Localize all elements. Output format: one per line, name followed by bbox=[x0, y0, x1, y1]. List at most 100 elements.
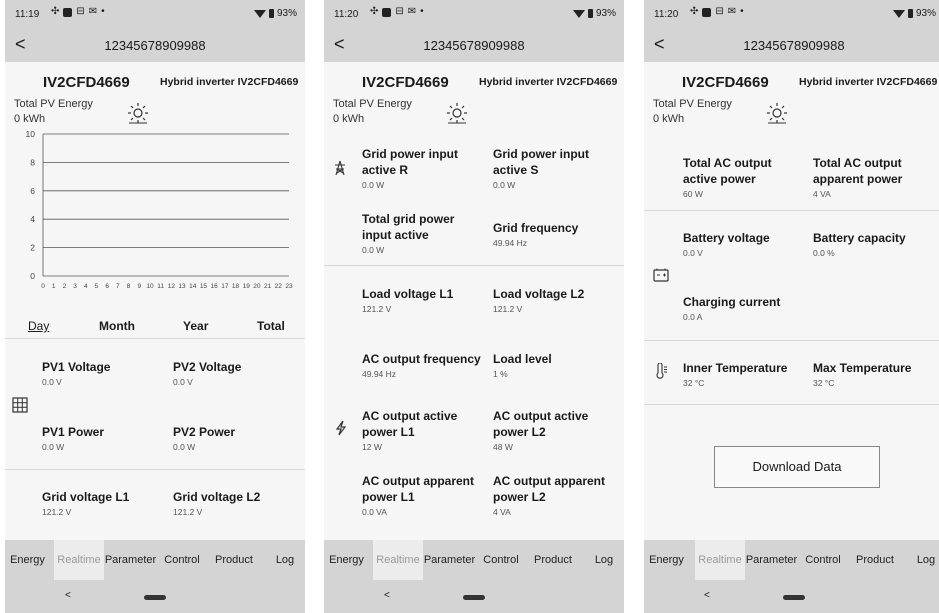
divider bbox=[644, 210, 939, 211]
x-tick-label: 8 bbox=[127, 283, 131, 290]
y-tick-label: 10 bbox=[26, 130, 36, 139]
battery-percent: 93% bbox=[595, 8, 616, 19]
back-button[interactable]: < bbox=[334, 34, 345, 54]
load-level: Load level 1 % bbox=[493, 351, 618, 379]
device-header: IV2CFD4669 Hybrid inverter IV2CFD4669 To… bbox=[644, 62, 939, 130]
divider bbox=[644, 340, 939, 341]
pv1-voltage: PV1 Voltage 0.0 V bbox=[42, 359, 167, 387]
tab-energy[interactable]: Energy bbox=[644, 540, 689, 580]
tab-product[interactable]: Product bbox=[527, 540, 579, 580]
pv-energy-value: 0 kWh bbox=[14, 113, 46, 125]
battery-capacity: Battery capacity 0.0 % bbox=[813, 230, 938, 258]
tab-control[interactable]: Control bbox=[799, 540, 847, 580]
x-tick-label: 1 bbox=[52, 283, 56, 290]
grid-s-value: 0.0 W bbox=[493, 180, 516, 190]
device-type: Hybrid inverter IV2CFD4669 bbox=[799, 76, 938, 88]
total-ac-apparent-value: 4 VA bbox=[813, 189, 831, 199]
nav-back-button[interactable]: < bbox=[384, 590, 390, 601]
ac-apparent-l2-label: AC output apparent power L2 bbox=[493, 474, 605, 504]
tab-product[interactable]: Product bbox=[208, 540, 260, 580]
back-button[interactable]: < bbox=[15, 34, 26, 54]
period-day[interactable]: Day bbox=[28, 319, 49, 333]
inner-temp-value: 32 °C bbox=[683, 378, 705, 388]
pv2-power-value: 0.0 W bbox=[173, 442, 196, 452]
period-month[interactable]: Month bbox=[99, 319, 135, 333]
x-tick-label: 18 bbox=[232, 283, 240, 290]
tab-log[interactable]: Log bbox=[586, 540, 622, 580]
solar-panel-icon bbox=[12, 397, 28, 413]
battery-percent: 93% bbox=[276, 8, 297, 19]
x-tick-label: 13 bbox=[178, 283, 186, 290]
tab-realtime[interactable]: Realtime bbox=[373, 540, 423, 580]
sun-icon bbox=[128, 103, 148, 124]
load-voltage-l1: Load voltage L1 121.2 V bbox=[362, 286, 487, 314]
load-l1-value: 121.2 V bbox=[362, 304, 392, 314]
tab-log[interactable]: Log bbox=[908, 540, 939, 580]
grid-voltage-l1-label: Grid voltage L1 bbox=[42, 490, 130, 504]
energy-chart: 02468100 1 2 3 4 5 6 7 8 9 10 11 12 13 14 15 16 17 18 19 20 2… bbox=[26, 130, 293, 290]
y-tick-label: 8 bbox=[30, 157, 35, 167]
period-total[interactable]: Total bbox=[257, 319, 285, 333]
device-id: IV2CFD4669 bbox=[362, 74, 449, 91]
pv2-voltage-label: PV2 Voltage bbox=[173, 360, 242, 374]
x-tick-label: 3 bbox=[73, 283, 77, 290]
back-button[interactable]: < bbox=[654, 34, 665, 54]
download-data-button[interactable]: Download Data bbox=[714, 446, 880, 488]
charging-current-label: Charging current bbox=[683, 295, 781, 309]
x-tick-label: 7 bbox=[116, 283, 120, 290]
nav-home-pill[interactable] bbox=[463, 595, 485, 600]
grid-total-value: 0.0 W bbox=[362, 245, 385, 255]
tab-log[interactable]: Log bbox=[267, 540, 303, 580]
tab-control[interactable]: Control bbox=[158, 540, 206, 580]
x-tick-label: 6 bbox=[105, 283, 109, 290]
ac-active-l1-label: AC output active power L1 bbox=[362, 409, 458, 439]
pv1-voltage-value: 0.0 V bbox=[42, 377, 62, 387]
device-id: IV2CFD4669 bbox=[682, 74, 769, 91]
tab-parameter[interactable]: Parameter bbox=[104, 540, 157, 580]
grid-freq-label: Grid frequency bbox=[493, 221, 579, 235]
pv-energy-label: Total PV Energy bbox=[653, 98, 732, 110]
grid-s-label: Grid power input active S bbox=[493, 147, 589, 177]
nav-back-button[interactable]: < bbox=[65, 590, 71, 601]
app-bar: < 12345678909988 bbox=[5, 28, 305, 62]
divider bbox=[644, 404, 939, 405]
tab-parameter[interactable]: Parameter bbox=[745, 540, 798, 580]
load-l2-label: Load voltage L2 bbox=[493, 287, 585, 301]
pv-energy-value: 0 kWh bbox=[653, 113, 685, 125]
pv1-power: PV1 Power 0.0 W bbox=[42, 424, 167, 452]
bottom-tab-bar: Energy Realtime Parameter Control Produc… bbox=[324, 540, 624, 580]
y-tick-label: 4 bbox=[30, 214, 35, 224]
load-level-value: 1 % bbox=[493, 369, 508, 379]
sun-icon bbox=[767, 103, 787, 124]
tab-energy[interactable]: Energy bbox=[5, 540, 50, 580]
x-tick-label: 9 bbox=[137, 283, 141, 290]
tab-parameter[interactable]: Parameter bbox=[423, 540, 476, 580]
inner-temp-label: Inner Temperature bbox=[683, 361, 788, 375]
thermometer-icon bbox=[656, 363, 667, 379]
nav-home-pill[interactable] bbox=[783, 595, 805, 600]
load-l2-value: 121.2 V bbox=[493, 304, 523, 314]
tab-control[interactable]: Control bbox=[477, 540, 525, 580]
x-tick-label: 0 bbox=[41, 283, 45, 290]
tab-energy[interactable]: Energy bbox=[324, 540, 369, 580]
x-tick-label: 16 bbox=[211, 283, 219, 290]
device-type: Hybrid inverter IV2CFD4669 bbox=[479, 76, 618, 88]
system-nav-bar: < bbox=[644, 580, 939, 613]
pv2-power-label: PV2 Power bbox=[173, 425, 236, 439]
grid-voltage-l1-value: 121.2 V bbox=[42, 507, 72, 517]
nav-home-pill[interactable] bbox=[144, 595, 166, 600]
nav-back-button[interactable]: < bbox=[704, 590, 710, 601]
max-temp-label: Max Temperature bbox=[813, 361, 912, 375]
tab-realtime[interactable]: Realtime bbox=[695, 540, 745, 580]
total-ac-active-label: Total AC output active power bbox=[683, 156, 772, 186]
grid-voltage-l1: Grid voltage L1 121.2 V bbox=[42, 489, 167, 517]
pv1-voltage-label: PV1 Voltage bbox=[42, 360, 111, 374]
x-tick-label: 12 bbox=[168, 283, 176, 290]
tab-product[interactable]: Product bbox=[849, 540, 901, 580]
ac-freq-label: AC output frequency bbox=[362, 352, 481, 366]
grid-voltage-l2-label: Grid voltage L2 bbox=[173, 490, 261, 504]
battery-voltage-value: 0.0 V bbox=[683, 248, 703, 258]
battery-icon bbox=[653, 268, 669, 282]
period-year[interactable]: Year bbox=[183, 319, 208, 333]
tab-realtime[interactable]: Realtime bbox=[54, 540, 104, 580]
